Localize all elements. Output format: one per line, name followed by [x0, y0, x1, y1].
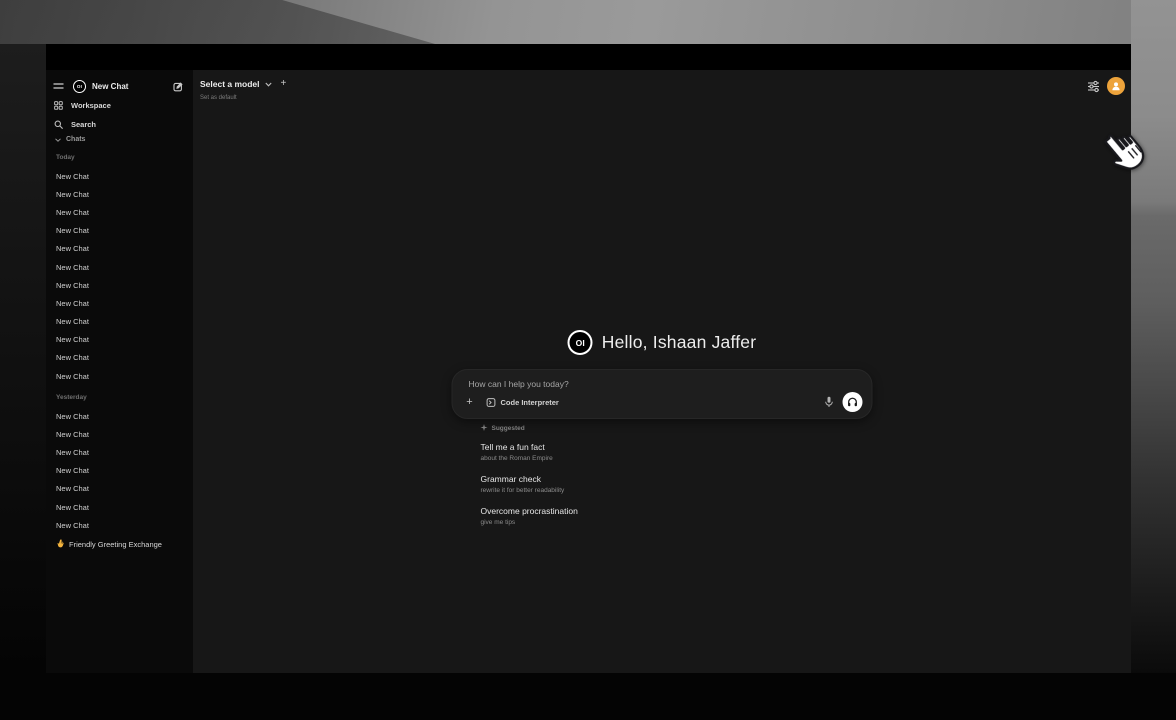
code-interpreter-label: Code Interpreter	[501, 398, 559, 407]
chat-item-label: Friendly Greeting Exchange	[69, 540, 162, 549]
sidebar-chat-item[interactable]: New Chat	[46, 185, 193, 203]
sidebar-item-search[interactable]: Search	[46, 115, 193, 134]
sidebar-chat-item[interactable]: New Chat	[46, 462, 193, 480]
sidebar-title: New Chat	[92, 82, 128, 91]
sidebar-chat-item[interactable]: New Chat	[46, 203, 193, 221]
sidebar-chat-item[interactable]: New Chat	[46, 313, 193, 331]
magnifier-icon	[54, 120, 63, 129]
suggested-prompt-subtitle: rewrite it for better readability	[481, 486, 873, 495]
voice-mode-button[interactable]	[843, 392, 863, 412]
suggested-prompt-title: Tell me a fun fact	[481, 441, 873, 454]
sidebar-chat-item[interactable]: New Chat	[46, 516, 193, 534]
message-composer[interactable]: How can I help you today? + Code Interpr…	[452, 369, 873, 419]
suggested-label: Suggested	[492, 425, 525, 432]
sidebar-chats-section-toggle[interactable]: Chats	[55, 136, 85, 143]
sidebar-item-label: Search	[71, 120, 96, 129]
sidebar-chat-item-friendly-greeting[interactable]: Friendly Greeting Exchange	[46, 536, 193, 552]
chat-group-yesterday: Yesterday New Chat New Chat New Chat New…	[46, 393, 193, 534]
chat-list-today: New Chat New Chat New Chat New Chat New …	[46, 167, 193, 385]
sidebar-chat-item[interactable]: New Chat	[46, 258, 193, 276]
desktop-background-top	[0, 0, 1176, 44]
suggested-header: Suggested	[481, 423, 873, 433]
sidebar-chat-item[interactable]: New Chat	[46, 167, 193, 185]
main-area: Select a model + Set as default	[193, 70, 1131, 673]
sidebar-chat-item[interactable]: New Chat	[46, 294, 193, 312]
sidebar-chat-item[interactable]: New Chat	[46, 276, 193, 294]
sidebar-chat-item[interactable]: New Chat	[46, 498, 193, 516]
user-avatar[interactable]	[1107, 77, 1125, 95]
greeting-row: OI Hello, Ishaan Jaffer	[452, 329, 873, 356]
model-selector-label: Select a model	[200, 79, 260, 89]
sidebar-header: OI New Chat	[46, 76, 193, 96]
sidebar-chat-item[interactable]: New Chat	[46, 367, 193, 385]
terminal-icon	[487, 398, 496, 407]
chat-group-label: Yesterday	[46, 393, 193, 403]
greeting-text: Hello, Ishaan Jaffer	[602, 332, 756, 353]
wave-hand-icon	[55, 538, 67, 550]
plus-icon[interactable]: +	[464, 396, 476, 408]
desktop-background-bottom	[0, 673, 1176, 720]
suggested-list: Tell me a fun fact about the Roman Empir…	[481, 441, 873, 527]
app-window: OI New Chat Workspace	[46, 44, 1131, 673]
sidebar-item-workspace[interactable]: Workspace	[46, 96, 193, 115]
sidebar-chat-item[interactable]: New Chat	[46, 480, 193, 498]
chat-group-today: Today New Chat New Chat New Chat New Cha…	[46, 153, 193, 385]
set-as-default-button[interactable]: Set as default	[200, 95, 237, 101]
code-interpreter-toggle[interactable]: Code Interpreter	[487, 398, 559, 407]
suggested-prompt[interactable]: Overcome procrastination give me tips	[481, 505, 873, 527]
app-logo-icon: OI	[73, 80, 86, 93]
app-logo-icon: OI	[568, 330, 593, 355]
screen: OI New Chat Workspace	[0, 0, 1176, 720]
suggested-prompt-title: Overcome procrastination	[481, 505, 873, 518]
composer-toolbar: + Code Interpreter	[464, 392, 863, 412]
headphones-icon	[847, 396, 859, 408]
composer-placeholder: How can I help you today?	[469, 379, 569, 389]
sidebar-chat-item[interactable]: New Chat	[46, 240, 193, 258]
suggested-section: Suggested Tell me a fun fact about the R…	[452, 423, 873, 527]
sidebar-chat-item[interactable]: New Chat	[46, 222, 193, 240]
grid-icon	[54, 101, 63, 110]
center-column: OI Hello, Ishaan Jaffer How can I help y…	[452, 329, 873, 537]
sidebar: OI New Chat Workspace	[46, 70, 193, 673]
sidebar-nav: Workspace Search	[46, 96, 193, 134]
suggested-prompt-subtitle: about the Roman Empire	[481, 454, 873, 463]
chats-section-label: Chats	[66, 136, 85, 143]
suggested-prompt[interactable]: Tell me a fun fact about the Roman Empir…	[481, 441, 873, 463]
suggested-prompt-title: Grammar check	[481, 473, 873, 486]
chevron-down-icon	[265, 82, 272, 87]
hamburger-icon[interactable]	[53, 82, 64, 90]
pencil-square-icon[interactable]	[173, 81, 184, 92]
desktop-background-left	[0, 44, 46, 673]
sidebar-chat-item[interactable]: New Chat	[46, 443, 193, 461]
microphone-icon[interactable]	[825, 396, 834, 408]
chat-list-yesterday: New Chat New Chat New Chat New Chat New …	[46, 407, 193, 534]
header-controls	[1087, 77, 1125, 95]
model-selector[interactable]: Select a model +	[200, 79, 286, 89]
user-silhouette-icon	[1111, 81, 1121, 91]
sidebar-chat-item[interactable]: New Chat	[46, 407, 193, 425]
suggested-prompt-subtitle: give me tips	[481, 518, 873, 527]
desktop-background-right	[1131, 0, 1176, 720]
sidebar-chat-item[interactable]: New Chat	[46, 331, 193, 349]
window-top-strip	[46, 44, 1131, 70]
sidebar-chat-item[interactable]: New Chat	[46, 425, 193, 443]
plus-icon[interactable]: +	[281, 79, 287, 89]
sidebar-chat-item[interactable]: New Chat	[46, 349, 193, 367]
sidebar-item-label: Workspace	[71, 101, 111, 110]
chevron-down-icon	[55, 138, 61, 142]
suggested-prompt[interactable]: Grammar check rewrite it for better read…	[481, 473, 873, 495]
sparkle-icon	[481, 424, 488, 432]
chat-group-label: Today	[46, 153, 193, 163]
sliders-icon[interactable]	[1087, 80, 1100, 93]
